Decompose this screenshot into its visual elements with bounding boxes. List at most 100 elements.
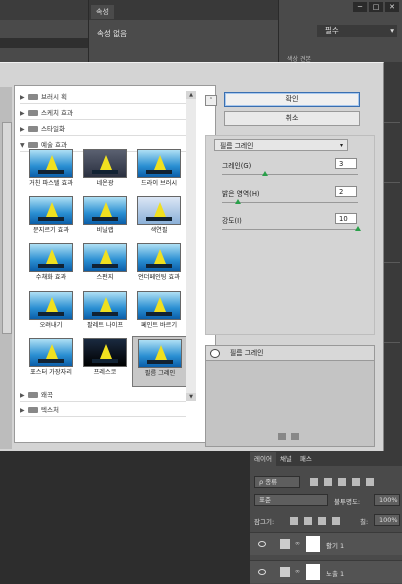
- properties-tab[interactable]: 속성: [91, 5, 114, 19]
- chevron-down-icon: ▾: [390, 26, 394, 35]
- blend-mode-select[interactable]: 표준: [254, 494, 328, 506]
- expand-triangle-icon: ▶: [20, 126, 25, 133]
- filter-thumb[interactable]: 프레스코: [80, 338, 130, 383]
- effect-layer-name: 필름 그레인: [230, 349, 264, 357]
- filter-preview-image: [29, 149, 73, 178]
- folder-icon: [28, 110, 38, 116]
- filter-thumb[interactable]: 거친 파스텔 효과: [26, 149, 76, 194]
- panel-dock-bar: [0, 38, 88, 48]
- fill-input[interactable]: 100%: [374, 514, 400, 526]
- cancel-button[interactable]: 취소: [224, 111, 360, 126]
- filter-thumb[interactable]: 수채화 효과: [26, 243, 76, 288]
- minimize-button[interactable]: ─: [353, 2, 367, 12]
- layer-row[interactable]: ∞ 활기 1: [250, 532, 402, 555]
- eye-icon[interactable]: [258, 569, 266, 575]
- scroll-thumb[interactable]: [2, 122, 12, 334]
- category-sketch[interactable]: ▶ 스케치 효과: [20, 107, 186, 120]
- lock-all-icon[interactable]: [332, 517, 340, 525]
- filter-thumb[interactable]: 네온광: [80, 149, 130, 194]
- filter-preview-image: [83, 291, 127, 320]
- properties-empty-text: 속성 없음: [97, 29, 127, 38]
- close-button[interactable]: ✕: [385, 2, 399, 12]
- type-filter-icon[interactable]: [338, 478, 346, 486]
- lock-transparent-icon[interactable]: [290, 517, 298, 525]
- filter-preview-image: [137, 291, 181, 320]
- pixel-filter-icon[interactable]: [310, 478, 318, 486]
- layer-mask-thumbnail[interactable]: [306, 536, 320, 552]
- expand-triangle-icon: ▶: [20, 110, 25, 117]
- scroll-up-icon[interactable]: ▲: [186, 91, 196, 99]
- filter-thumb[interactable]: 언더페인팅 효과: [134, 243, 184, 288]
- ok-button[interactable]: 확인: [224, 92, 360, 107]
- layer-row[interactable]: ∞ 노출 1: [250, 560, 402, 583]
- tab-layers[interactable]: 레이어: [250, 452, 276, 466]
- layers-tab-bar: 레이어 채널 패스: [250, 452, 402, 466]
- filter-thumb[interactable]: 페인트 바르기: [134, 291, 184, 336]
- lock-label: 잠그기:: [254, 518, 275, 526]
- intensity-slider-handle[interactable]: [355, 226, 361, 231]
- layer-mask-thumbnail[interactable]: [306, 564, 320, 580]
- preview-scrollbar[interactable]: [0, 87, 12, 449]
- divider: [382, 342, 400, 343]
- grain-slider-handle[interactable]: [261, 171, 268, 176]
- layer-name: 활기 1: [326, 542, 345, 550]
- link-icon: ∞: [295, 540, 300, 547]
- filter-thumb[interactable]: 오려내기: [26, 291, 76, 336]
- layer-kind-filter[interactable]: ρ 종류: [254, 476, 300, 488]
- filter-select-value: 필름 그레인: [220, 142, 254, 150]
- smart-object-filter-icon[interactable]: [366, 478, 374, 486]
- gallery-scrollbar[interactable]: ▲ ▼: [186, 91, 196, 401]
- grain-slider[interactable]: [222, 174, 358, 175]
- workspace-label: 필수: [325, 26, 339, 35]
- workspace-select[interactable]: 필수 ▾: [317, 25, 397, 37]
- category-brush-strokes[interactable]: ▶ 브러시 획: [20, 91, 186, 104]
- filter-thumb[interactable]: 드라이 브러시: [134, 149, 184, 194]
- canvas-background: [0, 450, 250, 584]
- category-distort[interactable]: ▶ 왜곡: [20, 389, 186, 402]
- effect-layer-row[interactable]: 필름 그레인: [206, 346, 374, 361]
- divider: [382, 122, 400, 123]
- intensity-input[interactable]: 10: [335, 213, 357, 224]
- highlight-area-slider[interactable]: [222, 202, 358, 203]
- opacity-input[interactable]: 100%: [374, 494, 400, 506]
- chevron-down-icon: ▾: [339, 142, 343, 149]
- filter-preview-image: [137, 243, 181, 272]
- scroll-down-icon[interactable]: ▼: [186, 393, 196, 401]
- intensity-slider[interactable]: [222, 229, 358, 230]
- filter-preview-image: [137, 196, 181, 225]
- adjustment-filter-icon[interactable]: [324, 478, 332, 486]
- highlight-area-input[interactable]: 2: [335, 186, 357, 197]
- adjustment-layer-icon: [280, 539, 290, 549]
- shape-filter-icon[interactable]: [352, 478, 360, 486]
- category-stylize[interactable]: ▶ 스타일화: [20, 123, 186, 136]
- collapse-gallery-icon[interactable]: ⌃: [205, 95, 217, 106]
- filter-thumb[interactable]: 포스터 가장자리: [26, 338, 76, 383]
- lock-position-icon[interactable]: [318, 517, 326, 525]
- category-texture[interactable]: ▶ 텍스처: [20, 404, 186, 417]
- filter-preview-image: [83, 149, 127, 178]
- divider: [382, 262, 400, 263]
- filter-preview-image: [83, 338, 127, 367]
- filter-thumb-selected[interactable]: 필름 그레인: [132, 336, 188, 387]
- grain-input[interactable]: 3: [335, 158, 357, 169]
- tab-paths[interactable]: 패스: [296, 452, 316, 466]
- lock-image-icon[interactable]: [304, 517, 312, 525]
- filter-thumb[interactable]: 팔레트 나이프: [80, 291, 130, 336]
- eye-icon[interactable]: [258, 541, 266, 547]
- filter-thumb[interactable]: 스펀지: [80, 243, 130, 288]
- filter-thumb[interactable]: 색연필: [134, 196, 184, 241]
- filter-thumb[interactable]: 비닐랩: [80, 196, 130, 241]
- filter-preview-image: [138, 339, 182, 368]
- maximize-button[interactable]: □: [369, 2, 383, 12]
- tab-channels[interactable]: 채널: [276, 452, 296, 466]
- opacity-label: 불투명도:: [334, 498, 361, 506]
- expand-triangle-icon: ▶: [20, 94, 25, 101]
- eye-icon[interactable]: [210, 349, 220, 358]
- delete-effect-layer-icon[interactable]: [291, 433, 299, 440]
- new-effect-layer-icon[interactable]: [278, 433, 286, 440]
- highlight-area-label: 밝은 영역(H): [222, 190, 260, 198]
- filter-thumb[interactable]: 문지르기 효과: [26, 196, 76, 241]
- highlight-area-slider-handle[interactable]: [235, 199, 242, 204]
- tool-options-bar: [0, 0, 88, 20]
- filter-select[interactable]: 필름 그레인 ▾: [214, 139, 348, 151]
